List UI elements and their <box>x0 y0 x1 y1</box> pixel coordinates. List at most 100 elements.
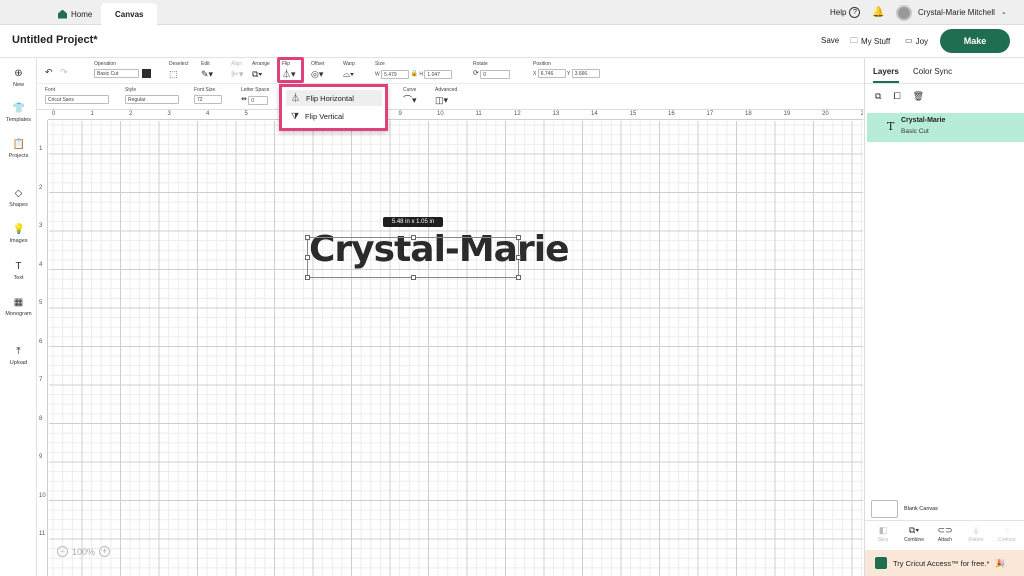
project-title[interactable]: Untitled Project* <box>12 34 98 46</box>
arrange-icon[interactable]: ⧉▾ <box>252 69 262 79</box>
width-input[interactable]: 5.479 <box>381 69 410 79</box>
sidebar-item-monogram[interactable]: ▦ Monogram <box>0 297 37 317</box>
letter-space-input[interactable]: 0 <box>248 95 269 105</box>
font-select[interactable]: Cricut Sans <box>45 95 109 104</box>
flatten-label: Flatten <box>968 537 984 543</box>
operation-select[interactable]: Basic Cut <box>94 69 139 78</box>
tab-color-sync[interactable]: Color Sync <box>913 67 952 76</box>
bell-icon[interactable]: 🔔 <box>872 0 884 25</box>
operation-group: Operation Basic Cut <box>94 61 151 78</box>
width-label: W <box>375 71 380 78</box>
resize-handle[interactable] <box>411 275 416 280</box>
ruler-left-label: 8 <box>39 415 43 422</box>
y-label: Y <box>567 70 571 77</box>
resize-handle[interactable] <box>516 275 521 280</box>
height-input[interactable]: 1.047 <box>424 69 453 79</box>
warp-icon[interactable]: ⌓▾ <box>343 69 354 79</box>
sidebar-item-shapes[interactable]: ◇ Shapes <box>0 188 37 208</box>
sidebar-item-projects[interactable]: 📋 Projects <box>0 139 37 159</box>
sidebar-item-upload[interactable]: ⤒ Upload <box>0 346 37 366</box>
flip-horizontal-item[interactable]: ⏃ Flip Horizontal <box>286 90 382 106</box>
ruler-top-label: 13 <box>552 111 560 117</box>
tab-canvas[interactable]: Canvas <box>101 3 158 25</box>
design-canvas[interactable]: 0123456789101112131415161718192021 12345… <box>37 110 863 576</box>
ruler-left-label: 7 <box>39 377 43 383</box>
resize-handle[interactable] <box>411 235 416 240</box>
undo-icon[interactable]: ↶ <box>45 67 53 77</box>
ruler-top-label: 12 <box>514 111 521 117</box>
align-icon[interactable]: ⊫▾ <box>231 69 243 79</box>
make-button[interactable]: Make <box>940 29 1010 53</box>
ruler-left: 1 2 3 4 5 6 7 8 9 10 11 <box>37 120 48 576</box>
curve-icon[interactable]: ⌒▾ <box>403 95 417 105</box>
contour-button[interactable]: ◌ Contour <box>992 525 1022 543</box>
tab-bar: Home Canvas Help ? 🔔 Crystal-Marie Mitch… <box>0 0 1024 25</box>
bulb-icon: 💡 <box>12 224 25 235</box>
resize-handle[interactable] <box>516 235 521 240</box>
style-label: Style <box>125 87 137 93</box>
sidebar-item-images[interactable]: 💡 Images <box>0 224 37 244</box>
sidebar-item-new[interactable]: ⊕ New <box>0 68 37 88</box>
lock-icon[interactable]: 🔒 <box>411 69 418 79</box>
canvas-grid[interactable] <box>49 121 863 576</box>
delete-icon[interactable]: 🗑 <box>913 91 924 101</box>
resize-handle[interactable] <box>516 255 521 260</box>
align-group: Align ⊫▾ <box>231 61 243 79</box>
ruler-left-label: 2 <box>39 184 43 191</box>
resize-handle[interactable] <box>305 235 310 240</box>
group-icon[interactable]: ⧉ <box>875 91 881 101</box>
rotate-input[interactable]: 0 <box>480 69 511 79</box>
flatten-button[interactable]: ⤓ Flatten <box>961 525 991 543</box>
sidebar-item-templates[interactable]: 👕 Templates <box>0 103 37 123</box>
user-menu[interactable]: Crystal-Marie Mitchell ⌄ <box>896 0 1007 25</box>
ruler-top-label: 21 <box>860 111 864 117</box>
tab-layers[interactable]: Layers <box>873 67 899 83</box>
ruler-top-label: 5 <box>244 111 248 117</box>
tab-home[interactable]: Home <box>48 3 102 25</box>
sidebar-item-label: Projects <box>8 153 29 159</box>
resize-handle[interactable] <box>305 255 310 260</box>
curve-label: Curve <box>403 87 417 93</box>
layer-item[interactable]: T Crystal-Marie Basic Cut <box>867 113 1024 142</box>
ruler-left-label: 5 <box>39 300 43 306</box>
celebration-icon: 🎉 <box>995 558 1006 568</box>
font-size-group: Font Size 72 <box>194 87 222 104</box>
tab-divider <box>865 83 1024 84</box>
flip-vertical-item[interactable]: ⧩ Flip Vertical <box>286 108 382 124</box>
upload-icon: ⤒ <box>16 346 21 357</box>
y-input[interactable]: 3.666 <box>571 69 600 78</box>
attach-button[interactable]: ⊂⊃ Attach <box>930 525 960 543</box>
clipboard-icon: 📋 <box>12 139 25 150</box>
help-button[interactable]: Help ? <box>830 0 861 25</box>
joy-button[interactable]: ▭ Joy <box>905 36 928 46</box>
my-stuff-button[interactable]: 🗀 My Stuff <box>850 36 890 46</box>
ruler-left-label: 11 <box>39 531 46 537</box>
blank-canvas-thumbnail <box>871 500 898 518</box>
selection-box[interactable] <box>305 235 521 280</box>
color-swatch[interactable] <box>142 69 151 78</box>
ruler-left-label: 6 <box>39 338 43 345</box>
duplicate-icon[interactable]: ⧠ <box>893 91 900 101</box>
blank-canvas-layer[interactable]: Blank Canvas <box>865 498 1024 520</box>
offset-icon[interactable]: ◎▾ <box>311 69 323 79</box>
arrange-label: Arrange <box>252 61 270 67</box>
warp-group: Warp ⌓▾ <box>343 61 355 79</box>
resize-handle[interactable] <box>305 275 310 280</box>
edit-pen-icon[interactable]: ✎▾ <box>201 69 213 79</box>
zoom-in-button[interactable]: + <box>99 546 111 557</box>
redo-icon[interactable]: ↷ <box>60 67 68 77</box>
save-button[interactable]: Save <box>821 36 839 45</box>
x-label: X <box>533 70 537 77</box>
x-input[interactable]: 6.746 <box>537 69 566 78</box>
sidebar-item-text[interactable]: T Text <box>0 261 37 281</box>
font-size-input[interactable]: 72 <box>194 95 222 104</box>
deselect-icon[interactable]: ⬚ <box>169 69 178 79</box>
slice-button[interactable]: ◧ Slice <box>868 525 898 543</box>
cricut-access-promo[interactable]: Try Cricut Access™ for free.* 🎉 <box>865 550 1024 576</box>
layers-panel: Layers Color Sync ⧉ ⧠ 🗑 T Crystal-Marie … <box>864 58 1024 576</box>
project-header: Untitled Project* Save 🗀 My Stuff ▭ Joy … <box>0 25 1024 58</box>
zoom-out-button[interactable]: − <box>57 546 68 557</box>
style-select[interactable]: Regular <box>125 95 179 104</box>
combine-button[interactable]: ⧉▾ Combine <box>899 525 929 543</box>
advanced-icon[interactable]: ◫▾ <box>435 95 448 105</box>
